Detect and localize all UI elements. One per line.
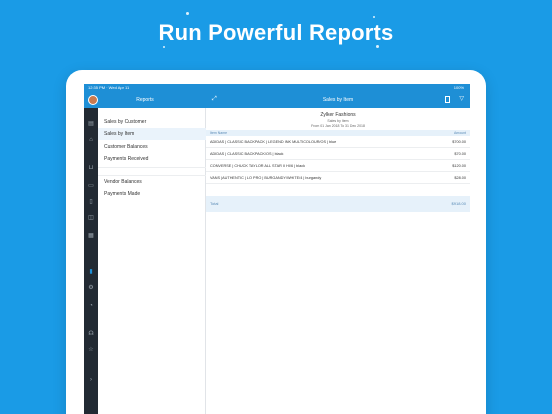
total-amount: $918.00 [451,201,466,206]
sidebar-item-vendor-balances[interactable]: Vendor Balances [98,176,206,188]
item-amount: $70.00 [454,152,466,156]
report-period: From 01 Jan 2018 To 31 Dec 2018 [311,124,365,128]
item-amount: $700.00 [452,140,466,144]
status-time: 12:35 PM · Wed Apr 11 [88,85,130,90]
star-icon[interactable]: ☆ [87,346,95,354]
tablet-screen: 12:35 PM · Wed Apr 11 100% Reports ⤢ Sal… [84,84,470,414]
settings-icon[interactable]: ⚙ [87,284,95,292]
sidebar-item-payments-made[interactable]: Payments Made [98,188,206,200]
sidebar-item-customer-balances[interactable]: Customer Balances [98,141,206,153]
icon-rail: ▤ ⌂ ⊔ ▭ ▯ ◫ ▦ ▮ ⚙ ◔ ☊ ☆ › [84,108,98,414]
report-header: ⤢ Sales by Item ▽ [206,92,470,108]
filter-icon[interactable]: ▽ [459,95,464,102]
sidebar-item-payments-received[interactable]: Payments Received [98,153,206,165]
home-icon[interactable]: ⌂ [87,136,95,144]
item-name: ADIDAS | CLASSIC BACKPACK | LEGEND INK M… [210,140,337,144]
item-amount: $120.00 [452,164,466,168]
bell-icon[interactable]: ◔ [87,302,95,310]
cart-icon[interactable]: ⊔ [87,164,95,172]
sidebar-title: Reports [136,97,154,103]
support-icon[interactable]: ☊ [87,330,95,338]
sidebar-item-sales-by-customer[interactable]: Sales by Customer [98,116,206,128]
pdf-export-icon[interactable] [445,96,450,103]
decor-dot [186,12,189,15]
reports-sidebar: Sales by Customer Sales by Item Customer… [98,108,206,414]
item-name: ADIDAS | CLASSIC BACKPACK/OS | black [210,152,284,156]
battery-level: 100% [453,85,464,90]
total-label: Total [210,201,219,206]
table-row[interactable]: ADIDAS | CLASSIC BACKPACK | LEGEND INK M… [206,136,470,148]
organization-name: Zylker Fashions [320,112,356,118]
decor-dot [163,46,165,48]
divider [98,167,206,168]
report-title: Sales by Item [322,97,354,103]
notes-icon[interactable]: ▤ [87,120,95,128]
item-name: VANS |AUTHENTIC | LO PRO | BURGANDY/WHIT… [210,176,322,180]
table-row[interactable]: VANS |AUTHENTIC | LO PRO | BURGANDY/WHIT… [206,172,470,184]
chevron-right-icon[interactable]: › [87,376,95,384]
invoice-icon[interactable]: ▯ [87,198,95,206]
table-row[interactable]: CONVERSE | CHUCK TAYLOR ALL STAR II HI/6… [206,160,470,172]
headline: Run Powerful Reports [158,20,394,45]
doc-icon[interactable]: ▭ [87,182,95,190]
decor-dot [373,16,375,18]
reports-chart-icon[interactable]: ▮ [87,268,95,276]
item-name: CONVERSE | CHUCK TAYLOR ALL STAR II HI/6… [210,164,306,168]
sidebar-item-sales-by-item[interactable]: Sales by Item [98,128,206,140]
sidebar-header: Reports [84,92,206,108]
total-row: Total $918.00 [206,196,470,212]
table-row[interactable]: ADIDAS | CLASSIC BACKPACK/OS | black $70… [206,148,470,160]
bag-icon[interactable]: ◫ [87,214,95,222]
status-bar: 12:35 PM · Wed Apr 11 100% [84,84,470,92]
report-icon[interactable]: ▦ [87,232,95,240]
report-name: Sales by Item [327,119,349,123]
report-content: Zylker Fashions Sales by Item From 01 Ja… [206,108,470,414]
decor-dot [376,45,379,48]
item-amount: $28.00 [454,176,466,180]
